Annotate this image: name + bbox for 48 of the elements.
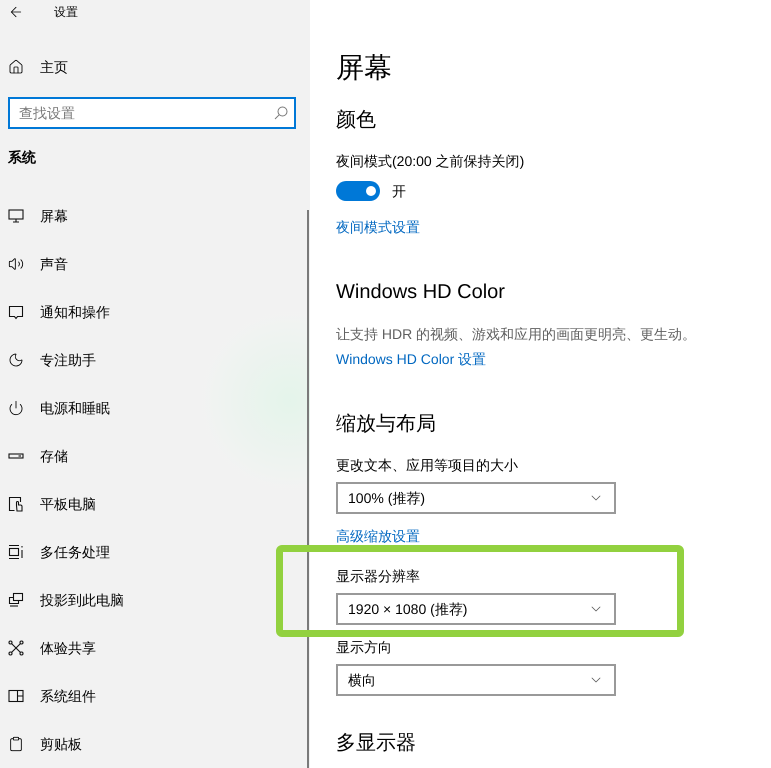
toggle-state-text: 开 bbox=[392, 182, 406, 201]
settings-link[interactable]: 夜间模式设置 bbox=[336, 217, 420, 237]
monitor-icon bbox=[8, 208, 24, 224]
sidebar-item[interactable]: 多任务处理 bbox=[0, 528, 310, 576]
toggle-switch[interactable] bbox=[336, 181, 380, 201]
message-icon bbox=[8, 304, 24, 320]
section-label: 系统 bbox=[8, 148, 36, 168]
home-icon bbox=[8, 59, 24, 76]
multitask-icon bbox=[8, 544, 24, 560]
power-icon bbox=[8, 400, 24, 416]
page-title: 屏幕 bbox=[336, 51, 392, 85]
dropdown[interactable]: 横向 bbox=[336, 664, 616, 696]
panel-icon bbox=[8, 688, 24, 704]
section-heading: 多显示器 bbox=[336, 731, 416, 756]
sidebar-item[interactable]: 电源和睡眠 bbox=[0, 384, 310, 432]
dropdown[interactable]: 1920 × 1080 (推荐) bbox=[336, 593, 616, 625]
setting-label: 更改文本、应用等项目的大小 bbox=[336, 456, 518, 475]
sidebar-item[interactable]: 存储 bbox=[0, 432, 310, 480]
section-heading: 颜色 bbox=[336, 108, 376, 133]
setting-label: 显示器分辨率 bbox=[336, 567, 420, 586]
moon-icon bbox=[8, 352, 24, 368]
section-heading: 缩放与布局 bbox=[336, 412, 436, 437]
sidebar-item[interactable]: 剪贴板 bbox=[0, 720, 310, 768]
sidebar-item[interactable]: 屏幕 bbox=[0, 192, 310, 240]
clipboard-icon bbox=[8, 736, 24, 752]
setting-label: 夜间模式(20:00 之前保持关闭) bbox=[336, 152, 524, 171]
settings-link[interactable]: Windows HD Color 设置 bbox=[336, 349, 486, 369]
dropdown[interactable]: 100% (推荐) bbox=[336, 482, 616, 514]
sidebar-item[interactable]: 声音 bbox=[0, 240, 310, 288]
section-heading: Windows HD Color bbox=[336, 280, 505, 305]
description-text: 让支持 HDR 的视频、游戏和应用的画面更明亮、更生动。 bbox=[336, 325, 696, 344]
sidebar-item[interactable]: 体验共享 bbox=[0, 624, 310, 672]
window-title: 设置 bbox=[54, 4, 78, 20]
scrollbar-thumb[interactable] bbox=[307, 210, 309, 768]
speaker-icon bbox=[8, 256, 24, 272]
search-field[interactable]: 查找设置 bbox=[8, 97, 296, 130]
sidebar-item[interactable]: 投影到此电脑 bbox=[0, 576, 310, 624]
search-icon bbox=[274, 106, 288, 120]
sidebar-item[interactable]: 通知和操作 bbox=[0, 288, 310, 336]
home-nav-item[interactable]: 主页 bbox=[0, 44, 310, 90]
sidebar-item[interactable]: 平板电脑 bbox=[0, 480, 310, 528]
sidebar-item[interactable]: 系统组件 bbox=[0, 672, 310, 720]
setting-label: 显示方向 bbox=[336, 638, 392, 657]
tablet-icon bbox=[8, 496, 24, 512]
settings-link[interactable]: 高级缩放设置 bbox=[336, 526, 420, 546]
screens-icon bbox=[8, 592, 24, 608]
share-icon bbox=[8, 640, 24, 656]
sidebar-item[interactable]: 专注助手 bbox=[0, 336, 310, 384]
